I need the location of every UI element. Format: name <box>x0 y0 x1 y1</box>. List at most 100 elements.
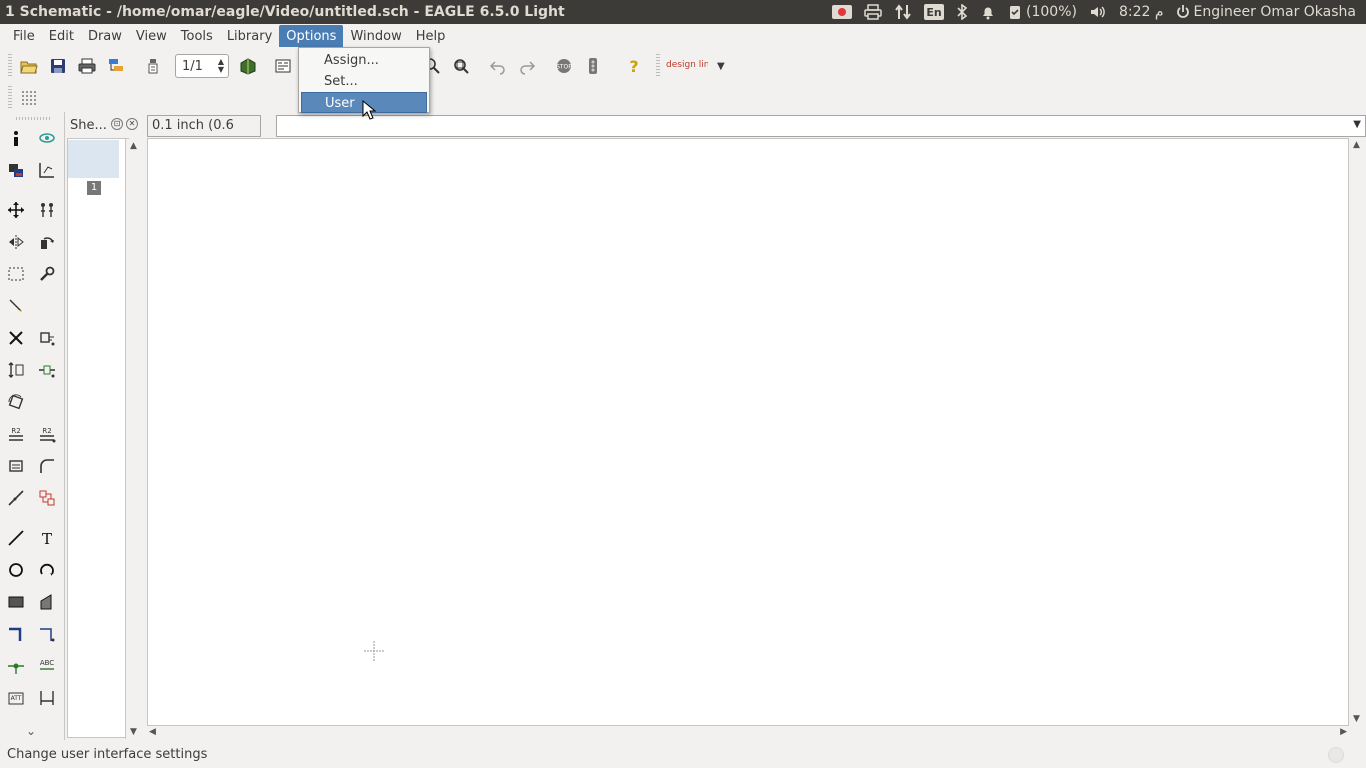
board-switch-icon[interactable] <box>235 53 261 79</box>
menu-view[interactable]: View <box>129 25 174 47</box>
copy-icon[interactable] <box>34 197 60 223</box>
bus-icon[interactable] <box>3 621 29 647</box>
menu-draw[interactable]: Draw <box>81 25 129 47</box>
user-session-menu[interactable]: Engineer Omar Okasha <box>1170 0 1362 24</box>
print-icon[interactable] <box>74 53 100 79</box>
notification-bell-icon[interactable] <box>974 0 1002 24</box>
sheet-list-scrollbar[interactable]: ▲ ▼ <box>125 139 141 739</box>
menu-file[interactable]: File <box>6 25 42 47</box>
scroll-right-icon[interactable]: ▶ <box>1340 727 1347 737</box>
sheets-panel-title: She... <box>70 117 107 133</box>
scroll-up-icon[interactable]: ▲ <box>130 141 137 151</box>
open-icon[interactable] <box>16 53 42 79</box>
canvas-vertical-scrollbar[interactable]: ▲ ▼ <box>1349 138 1366 726</box>
menu-options[interactable]: Options <box>279 25 344 47</box>
label-icon[interactable]: ABC <box>34 653 60 679</box>
toolbar-grip[interactable] <box>656 54 660 78</box>
menu-bar: File Edit Draw View Tools Library Option… <box>0 24 1366 48</box>
clock[interactable]: م 8:22 <box>1113 0 1170 24</box>
command-line-input[interactable]: ▼ <box>276 115 1366 137</box>
chevron-down-icon[interactable]: ⌄ <box>26 724 36 738</box>
run-ulp-icon[interactable] <box>140 53 166 79</box>
change-icon[interactable] <box>34 261 60 287</box>
mouse-pointer-icon <box>362 100 376 120</box>
battery-icon[interactable]: (100%) <box>1002 0 1083 24</box>
spin-arrows-icon[interactable]: ▲ ▼ <box>218 58 224 74</box>
sheet-thumbnail[interactable] <box>68 140 119 178</box>
name-icon[interactable]: R2 <box>3 421 29 447</box>
network-icon[interactable] <box>888 0 918 24</box>
display-layers-icon[interactable] <box>3 157 29 183</box>
bluetooth-icon[interactable] <box>950 0 974 24</box>
svg-text:STOP: STOP <box>556 64 572 71</box>
pinswap-icon[interactable] <box>3 357 29 383</box>
mark-icon[interactable] <box>34 157 60 183</box>
show-icon[interactable] <box>34 125 60 151</box>
redo-icon[interactable] <box>514 53 540 79</box>
svg-text:?: ? <box>629 57 638 75</box>
help-icon[interactable]: ? <box>621 53 647 79</box>
menu-tools[interactable]: Tools <box>174 25 220 47</box>
grid-icon[interactable] <box>16 85 42 111</box>
miter-icon[interactable] <box>34 453 60 479</box>
invoke-icon[interactable] <box>34 485 60 511</box>
designlink-icon[interactable]: design link <box>664 53 708 79</box>
menu-item-assign[interactable]: Assign... <box>299 50 429 71</box>
info-icon[interactable] <box>3 125 29 151</box>
paste-icon[interactable] <box>3 293 29 319</box>
chevron-down-icon[interactable]: ▼ <box>1353 119 1361 130</box>
smash-icon[interactable] <box>3 453 29 479</box>
junction-icon[interactable] <box>3 653 29 679</box>
menu-help[interactable]: Help <box>409 25 453 47</box>
attribute-icon[interactable]: ATT <box>3 685 29 711</box>
menu-edit[interactable]: Edit <box>42 25 81 47</box>
toolbar-grip[interactable] <box>8 86 12 110</box>
polygon-icon[interactable] <box>34 589 60 615</box>
cam-processor-icon[interactable] <box>103 53 129 79</box>
rectangle-icon[interactable] <box>3 589 29 615</box>
scroll-down-icon[interactable]: ▼ <box>130 727 137 737</box>
title-bar: 1 Schematic - /home/omar/eagle/Video/unt… <box>0 0 1366 24</box>
split-icon[interactable] <box>3 485 29 511</box>
dimension-icon[interactable] <box>34 685 60 711</box>
rotate-icon[interactable] <box>34 229 60 255</box>
zoom-select-icon[interactable] <box>448 53 474 79</box>
volume-icon[interactable] <box>1083 0 1113 24</box>
go-icon[interactable] <box>580 53 606 79</box>
scroll-down-icon[interactable]: ▼ <box>1353 714 1360 724</box>
undo-icon[interactable] <box>485 53 511 79</box>
printer-icon[interactable] <box>858 0 888 24</box>
stop-icon[interactable]: STOP <box>551 53 577 79</box>
delete-icon[interactable] <box>3 325 29 351</box>
coordinate-display: 0.1 inch (0.6 4.1) <box>147 115 261 153</box>
scroll-up-icon[interactable]: ▲ <box>1353 140 1360 150</box>
scroll-left-icon[interactable]: ◀ <box>149 727 156 737</box>
save-icon[interactable] <box>45 53 71 79</box>
text-icon[interactable]: T <box>34 525 60 551</box>
schematic-sheet-icon[interactable] <box>270 53 296 79</box>
schematic-canvas[interactable] <box>147 138 1349 726</box>
menu-window[interactable]: Window <box>343 25 408 47</box>
toolbar-grip[interactable] <box>8 54 12 78</box>
wire-icon[interactable] <box>3 525 29 551</box>
value-icon[interactable]: R2 <box>34 421 60 447</box>
close-icon[interactable]: ✕ <box>126 118 138 130</box>
float-panel-icon[interactable]: ⊡ <box>111 118 123 130</box>
move-icon[interactable] <box>3 197 29 223</box>
arc-icon[interactable] <box>34 557 60 583</box>
menu-item-set[interactable]: Set... <box>299 71 429 92</box>
keyboard-layout-indicator[interactable]: En <box>918 0 950 24</box>
toolbar-grip[interactable] <box>16 117 50 120</box>
chevron-down-icon[interactable]: ▼ <box>717 61 725 72</box>
replace-icon[interactable] <box>3 389 29 415</box>
menu-library[interactable]: Library <box>220 25 279 47</box>
circle-icon[interactable] <box>3 557 29 583</box>
add-icon[interactable] <box>34 325 60 351</box>
screen-recorder-icon[interactable] <box>826 0 858 24</box>
net-icon[interactable] <box>34 621 60 647</box>
mirror-icon[interactable] <box>3 229 29 255</box>
sheet-selector[interactable]: 1/1 ▲ ▼ <box>175 54 229 78</box>
gateswap-icon[interactable] <box>34 357 60 383</box>
canvas-horizontal-scrollbar[interactable]: ◀ ▶ <box>147 726 1349 740</box>
group-icon[interactable] <box>3 261 29 287</box>
